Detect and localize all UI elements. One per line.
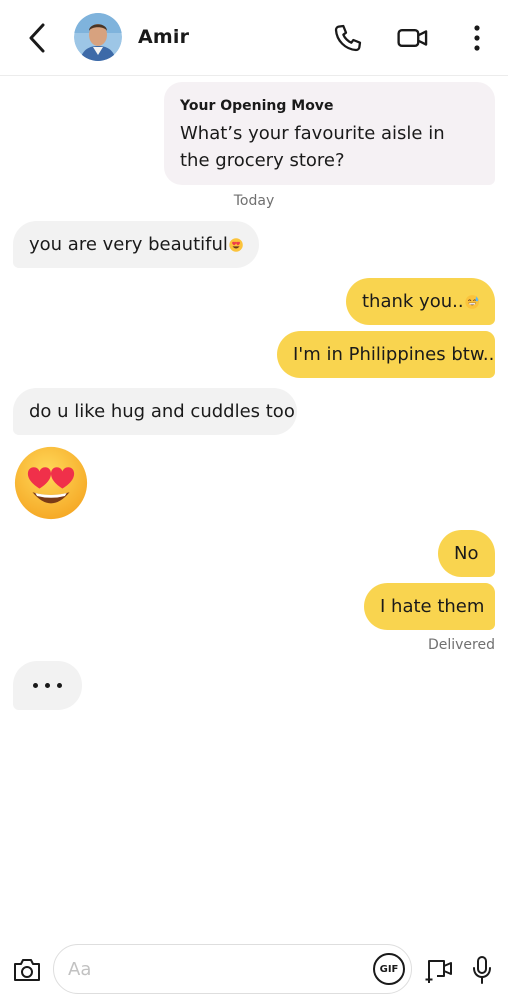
- message-bubble-outgoing[interactable]: thank you..: [346, 278, 495, 325]
- message-bubble-outgoing[interactable]: I hate them: [364, 583, 495, 630]
- opening-move-card: Your Opening Move What’s your favourite …: [164, 82, 495, 185]
- message-text: I'm in Philippines btw..: [293, 344, 495, 365]
- message-input-wrapper: GIF: [53, 944, 412, 994]
- video-note-icon: [425, 960, 452, 983]
- message-input[interactable]: [68, 953, 358, 985]
- gif-label: GIF: [379, 963, 399, 975]
- heart-eyes-emoji-large[interactable]: [14, 446, 88, 520]
- opening-move-question: What’s your favourite aisle in the groce…: [180, 123, 445, 171]
- call-button[interactable]: [328, 18, 368, 58]
- camera-button[interactable]: [8, 952, 46, 988]
- microphone-button[interactable]: [466, 952, 498, 988]
- camera-icon: [14, 959, 40, 981]
- typing-dot: [57, 683, 62, 688]
- grinning-sweat-emoji-icon: [464, 294, 479, 309]
- more-vertical-icon: [474, 25, 480, 51]
- typing-dot: [45, 683, 50, 688]
- typing-indicator: [13, 661, 82, 710]
- video-call-button[interactable]: [393, 18, 433, 58]
- gif-button[interactable]: GIF: [373, 953, 405, 985]
- video-camera-icon: [397, 28, 428, 48]
- message-text: do u like hug and cuddles too: [29, 401, 295, 422]
- contact-name[interactable]: Amir: [138, 26, 189, 48]
- microphone-icon: [473, 956, 491, 984]
- opening-move-label: Your Opening Move: [180, 98, 334, 114]
- message-text: you are very beautiful: [29, 234, 228, 255]
- chat-header: Amir: [0, 0, 508, 76]
- avatar[interactable]: [74, 13, 122, 61]
- heart-eyes-emoji-icon: [229, 237, 243, 252]
- date-separator: Today: [233, 193, 275, 209]
- message-bubble-outgoing[interactable]: No: [438, 530, 495, 577]
- message-composer: GIF: [0, 940, 508, 1000]
- message-bubble-incoming[interactable]: you are very beautiful: [13, 221, 259, 268]
- message-bubble-outgoing[interactable]: I'm in Philippines btw..: [277, 331, 495, 378]
- back-button[interactable]: [20, 18, 54, 58]
- typing-dot: [33, 683, 38, 688]
- more-options-button[interactable]: [457, 18, 497, 58]
- message-bubble-incoming[interactable]: do u like hug and cuddles too: [13, 388, 297, 435]
- message-text: thank you..: [362, 291, 464, 312]
- message-text: No: [454, 543, 479, 564]
- video-note-button[interactable]: [420, 952, 458, 988]
- phone-icon: [334, 24, 362, 52]
- chevron-left-icon: [29, 23, 45, 53]
- message-text: I hate them: [380, 596, 485, 617]
- delivery-status: Delivered: [427, 637, 495, 653]
